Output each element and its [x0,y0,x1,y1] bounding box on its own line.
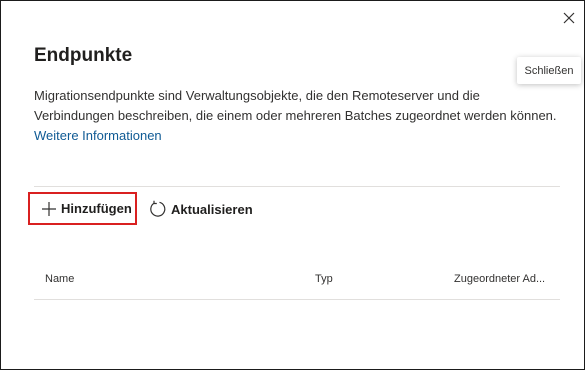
column-header-type[interactable]: Typ [315,273,333,285]
close-button[interactable] [557,6,581,30]
add-button-label: Hinzufügen [61,201,132,216]
endpoints-dialog: Schließen Endpunkte Migrationsendpunkte … [0,0,585,370]
column-header-assigned[interactable]: Zugeordneter Ad... [454,273,545,285]
plus-icon [41,201,57,217]
more-info-link[interactable]: Weitere Informationen [34,128,162,143]
dialog-title: Endpunkte [34,45,133,66]
dialog-description: Migrationsendpunkte sind Verwaltungsobje… [34,86,559,146]
description-text: Migrationsendpunkte sind Verwaltungsobje… [34,88,557,123]
column-header-name[interactable]: Name [45,273,74,285]
refresh-icon [149,200,167,218]
toolbar-divider [34,186,560,187]
refresh-button-label: Aktualisieren [171,201,253,217]
add-button[interactable]: Hinzufügen [28,192,137,225]
refresh-button[interactable]: Aktualisieren [149,197,253,221]
close-tooltip: Schließen [517,57,581,84]
close-icon [557,6,581,30]
table-header: Name Typ Zugeordneter Ad... [34,263,560,300]
